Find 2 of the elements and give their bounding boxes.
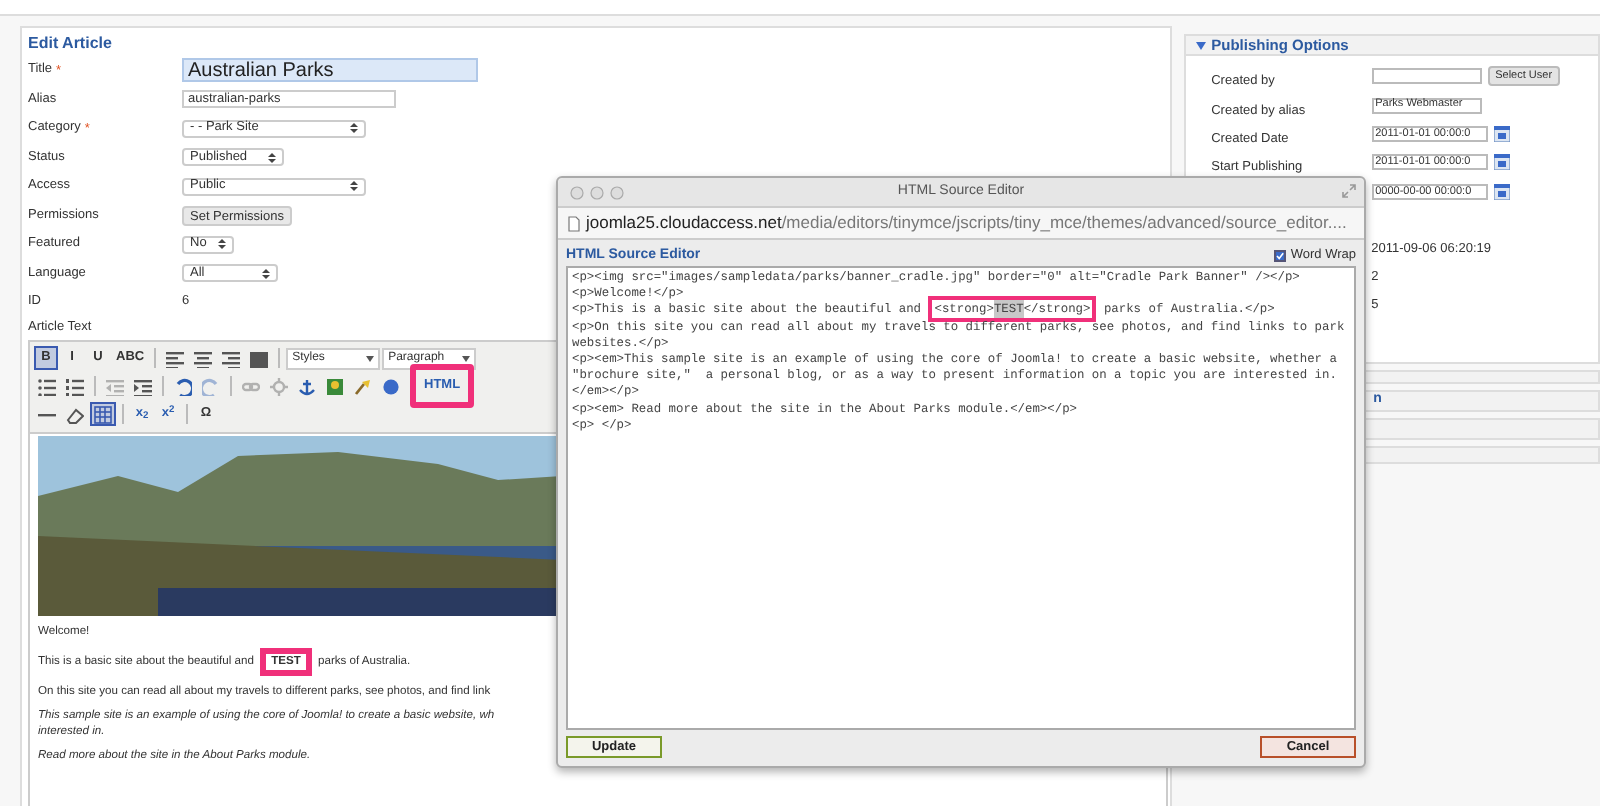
panel-legend: Edit Article <box>28 34 112 54</box>
address-text: joomla25.cloudaccess.net/media/editors/tinymce/jscripts/tiny_mce/themes/advanced/source_editor.... <box>586 210 1347 236</box>
